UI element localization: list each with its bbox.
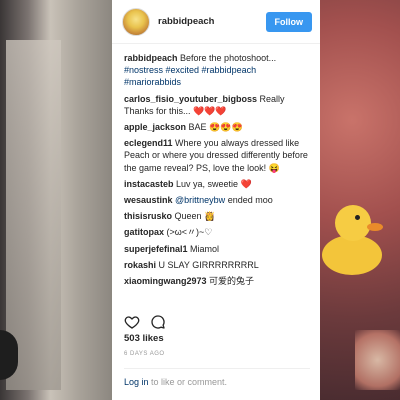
comment: gatitopax (>ω<〃)~♡ <box>124 226 310 238</box>
comment-list: rabbidpeach Before the photoshoot... #no… <box>112 44 320 287</box>
comment: eclegend11 Where you always dressed like… <box>124 137 310 174</box>
comment-username[interactable]: eclegend11 <box>124 138 173 148</box>
comment-text: 可爱的兔子 <box>206 276 255 287</box>
comment: xiaomingwang2973 可爱的兔子 <box>124 275 310 287</box>
comment-mention[interactable]: @brittneybw <box>173 195 225 205</box>
caption: rabbidpeach Before the photoshoot... #no… <box>124 52 310 89</box>
rubber-duck-beak <box>367 223 383 231</box>
comment: thisisrusko Queen 👸 <box>124 210 310 222</box>
post-timestamp: 6 DAYS AGO <box>124 351 165 357</box>
rubber-duck-head <box>335 205 371 241</box>
comment-text: Queen 👸 <box>172 211 216 222</box>
comment-username[interactable]: thisisrusko <box>124 211 172 221</box>
divider <box>124 368 310 369</box>
background-photo-left <box>0 0 112 400</box>
login-text: to like or comment. <box>148 377 228 387</box>
caption-username[interactable]: rabbidpeach <box>124 53 178 63</box>
comment: apple_jackson BAE 😍😍😍 <box>124 121 310 133</box>
comment-text: Miamol <box>187 243 220 254</box>
rubber-duck-eye <box>355 215 360 220</box>
comment-icon[interactable] <box>150 314 166 330</box>
comment: wesaustink @brittneybw ended moo <box>124 194 310 206</box>
comment-username[interactable]: carlos_fisio_youtuber_bigboss <box>124 94 257 104</box>
comment-text: (>ω<〃)~♡ <box>164 227 213 238</box>
avatar[interactable] <box>122 7 150 36</box>
comment-username[interactable]: wesaustink <box>124 195 173 205</box>
post-header: rabbidpeach Follow <box>112 0 320 44</box>
login-prompt: Log in to like or comment. <box>124 377 227 387</box>
comment: superjefefinal1 Miamol <box>124 243 310 255</box>
action-bar <box>124 314 166 330</box>
like-count[interactable]: 503 likes <box>124 333 164 344</box>
caption-text: Before the photoshoot... <box>180 53 277 63</box>
rubber-duck <box>322 235 382 275</box>
comment: rokashi U SLAY GIRRRRRRRRL <box>124 259 310 271</box>
comment-username[interactable]: gatitopax <box>124 227 164 237</box>
comment-username[interactable]: instacasteb <box>124 179 174 189</box>
caption-hashtags[interactable]: #nostress #excited #rabbidpeach #mariora… <box>124 65 256 87</box>
heart-icon[interactable] <box>124 314 140 330</box>
comment-text: ended moo <box>225 195 273 206</box>
follow-button[interactable]: Follow <box>265 11 312 32</box>
comment: carlos_fisio_youtuber_bigboss Really Tha… <box>124 93 310 117</box>
comment: instacasteb Luv ya, sweetie ❤️ <box>124 178 310 190</box>
comment-username[interactable]: superjefefinal1 <box>124 244 188 254</box>
comment-username[interactable]: rokashi <box>124 260 156 270</box>
comment-text: Luv ya, sweetie ❤️ <box>173 178 252 189</box>
instagram-post-panel: rabbidpeach Follow rabbidpeach Before th… <box>112 0 320 400</box>
comment-text: BAE 😍😍😍 <box>186 122 243 133</box>
username[interactable]: rabbidpeach <box>158 16 266 27</box>
login-link[interactable]: Log in <box>124 377 149 387</box>
comment-username[interactable]: xiaomingwang2973 <box>124 276 207 286</box>
light-glow <box>355 330 400 390</box>
comment-text: U SLAY GIRRRRRRRRL <box>156 259 259 270</box>
comment-username[interactable]: apple_jackson <box>124 122 186 132</box>
